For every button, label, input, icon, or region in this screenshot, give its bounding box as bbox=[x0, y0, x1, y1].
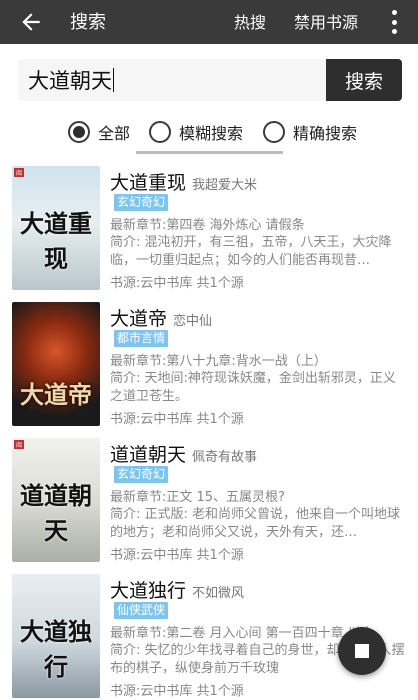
book-title-line: 大道重现 我超爱大米 bbox=[110, 168, 257, 195]
cover-title-art: 大道重现 bbox=[20, 209, 92, 273]
radio-fuzzy[interactable]: 模糊搜索 bbox=[149, 120, 243, 144]
book-author: 佩奇有故事 bbox=[192, 450, 258, 465]
radio-all-label: 全部 bbox=[98, 124, 131, 143]
cover-brand-badge: 阅 bbox=[14, 168, 25, 177]
cover-title-art: 大道独行 bbox=[20, 617, 92, 681]
book-title: 大道独行 bbox=[110, 580, 187, 602]
text-caret bbox=[113, 68, 114, 92]
arrow-left-icon[interactable] bbox=[18, 9, 44, 35]
latest-chapter: 最新章节:正文 15、五属灵根? bbox=[110, 490, 285, 505]
book-source: 书源:云中书库 共1个源 bbox=[110, 684, 244, 699]
radio-fuzzy-label: 模糊搜索 bbox=[179, 124, 244, 143]
latest-chapter: 最新章节:第四卷 海外炼心 请假条 bbox=[110, 218, 305, 233]
book-source: 书源:云中书库 共1个源 bbox=[110, 548, 244, 563]
more-vertical-icon[interactable] bbox=[388, 8, 400, 36]
radio-exact-label: 精确搜索 bbox=[293, 124, 358, 143]
search-input[interactable]: 大道朝天 bbox=[18, 59, 326, 101]
book-title-line: 大道独行 不如微风 bbox=[110, 576, 244, 603]
cover-title-art: 道道朝天 bbox=[20, 481, 92, 545]
stop-search-button[interactable] bbox=[338, 627, 386, 675]
genre-tag: 仙侠武侠 bbox=[114, 602, 169, 619]
radio-all[interactable]: 全部 bbox=[68, 120, 130, 144]
search-button[interactable]: 搜索 bbox=[326, 59, 402, 101]
radio-unchecked-icon bbox=[149, 121, 171, 143]
book-cover: 大道帝 bbox=[12, 302, 100, 426]
book-author: 不如微风 bbox=[192, 586, 245, 601]
page-title: 搜索 bbox=[70, 12, 106, 33]
book-cover: 阅 道道朝天 bbox=[12, 438, 100, 562]
book-intro: 简介: 天地间:神符现诛妖魔，金剑出斩邪灵，正义之道卫苍生。 bbox=[110, 371, 396, 404]
genre-tag: 玄幻奇幻 bbox=[114, 466, 169, 483]
book-intro: 简介: 正式版: 老和尚师父曾说，他来自一个叫地球的地方；老和尚师父又说，天外有… bbox=[110, 507, 401, 540]
book-source: 书源:云中书库 共1个源 bbox=[110, 276, 244, 291]
book-title-line: 道道朝天 佩奇有故事 bbox=[110, 440, 257, 467]
list-item[interactable]: 大道帝 大道帝 恋中仙 都市言情 最新章节:第八十九章:背水一战（上） 简介: 天… bbox=[0, 296, 418, 430]
disabled-sources-button[interactable]: 禁用书源 bbox=[294, 9, 358, 33]
book-title: 大道重现 bbox=[110, 172, 187, 194]
hot-search-button[interactable]: 热搜 bbox=[234, 9, 266, 33]
search-bar: 大道朝天 搜索 bbox=[18, 59, 402, 101]
stop-icon bbox=[355, 644, 369, 658]
list-item[interactable]: 阅 道道朝天 道道朝天 佩奇有故事 玄幻奇幻 最新章节:正文 15、五属灵根? 简… bbox=[0, 432, 418, 566]
book-title: 大道帝 bbox=[110, 308, 168, 330]
book-title-line: 大道帝 恋中仙 bbox=[110, 304, 212, 331]
radio-unchecked-icon bbox=[263, 121, 285, 143]
genre-tag: 玄幻奇幻 bbox=[114, 194, 169, 211]
latest-chapter: 最新章节:第八十九章:背水一战（上） bbox=[110, 354, 327, 369]
mode-indicator bbox=[136, 151, 283, 154]
book-cover: 大道独行 bbox=[12, 574, 100, 698]
cover-brand-badge: 阅 bbox=[14, 440, 25, 449]
genre-tag: 都市言情 bbox=[114, 330, 169, 347]
search-mode-group: 全部 模糊搜索 精确搜索 bbox=[0, 117, 418, 149]
book-title: 道道朝天 bbox=[110, 444, 187, 466]
book-author: 恋中仙 bbox=[173, 314, 213, 329]
book-intro: 简介: 混沌初开，有三祖，五帝，八天王，大灾降临，一切重归起点；如今的人们能否再… bbox=[110, 235, 392, 268]
radio-checked-icon bbox=[68, 121, 90, 143]
top-toolbar: 搜索 热搜 禁用书源 bbox=[0, 0, 418, 44]
cover-title-art: 大道帝 bbox=[20, 380, 92, 409]
book-author: 我超爱大米 bbox=[192, 178, 258, 193]
list-item[interactable]: 阅 大道重现 大道重现 我超爱大米 玄幻奇幻 最新章节:第四卷 海外炼心 请假条 … bbox=[0, 160, 418, 294]
search-input-value: 大道朝天 bbox=[28, 69, 112, 93]
book-source: 书源:云中书库 共1个源 bbox=[110, 412, 244, 427]
book-cover: 阅 大道重现 bbox=[12, 166, 100, 290]
radio-exact[interactable]: 精确搜索 bbox=[263, 120, 357, 144]
